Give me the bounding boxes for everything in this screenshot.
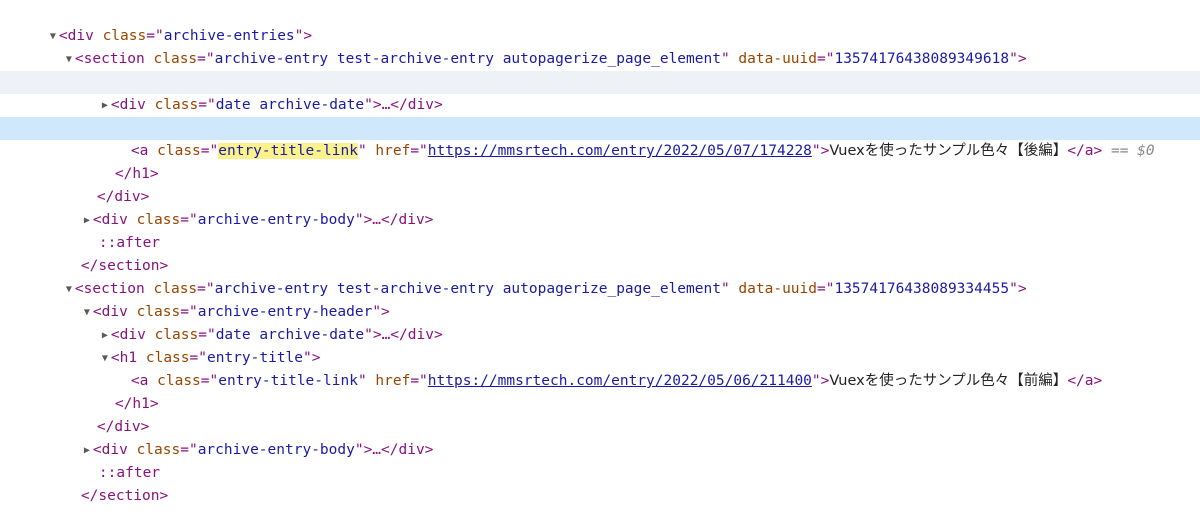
- dom-node-pseudo-after[interactable]: ::after: [0, 439, 1200, 481]
- dom-node-date-archive-date[interactable]: ▶ <div class="date archive-date">…</div>: [0, 71, 1200, 113]
- dom-node-div-close[interactable]: </div>: [0, 163, 1200, 205]
- dom-node-h1-entry-title[interactable]: ▼<h1 class="entry-title">: [0, 94, 1200, 136]
- dom-node-div-close[interactable]: </div>: [0, 393, 1200, 435]
- dom-node-h1-close[interactable]: </h1>: [0, 370, 1200, 412]
- dom-node-section-close[interactable]: </section>: [0, 232, 1200, 274]
- dom-node-archive-entry-body[interactable]: ▶ <div class="archive-entry-body">…</div>: [0, 186, 1200, 228]
- dom-node-h1-close[interactable]: </h1>: [0, 140, 1200, 182]
- dom-node-section[interactable]: ▼ <section class="archive-entry test-arch…: [0, 25, 1200, 67]
- dom-node-archive-entries[interactable]: ▼ <div class="archive-entries">: [0, 2, 1200, 44]
- dom-node-pseudo-after[interactable]: ::after: [0, 209, 1200, 251]
- dom-node-archive-entry-header[interactable]: ▼<div class="archive-entry-header">: [0, 48, 1200, 90]
- dom-node-section[interactable]: ▼ <section class="archive-entry test-arch…: [0, 255, 1200, 297]
- dom-node-anchor[interactable]: <a class="entry-title-link" href="https:…: [0, 347, 1200, 389]
- dom-node-h1-entry-title[interactable]: ▼<h1 class="entry-title">: [0, 324, 1200, 366]
- dom-node-archive-entry-header[interactable]: ▼<div class="archive-entry-header">: [0, 278, 1200, 320]
- dom-node-anchor-selected[interactable]: <a class="entry-title-link" href="https:…: [0, 117, 1200, 159]
- dom-node-date-archive-date[interactable]: ▶ <div class="date archive-date">…</div>: [0, 301, 1200, 343]
- dom-node-archive-entry-body[interactable]: ▶ <div class="archive-entry-body">…</div>: [0, 416, 1200, 458]
- dom-node-section-close[interactable]: </section>: [0, 462, 1200, 504]
- dom-tree-panel: ▼ <div class="archive-entries"> ▼ <section…: [0, 0, 1200, 504]
